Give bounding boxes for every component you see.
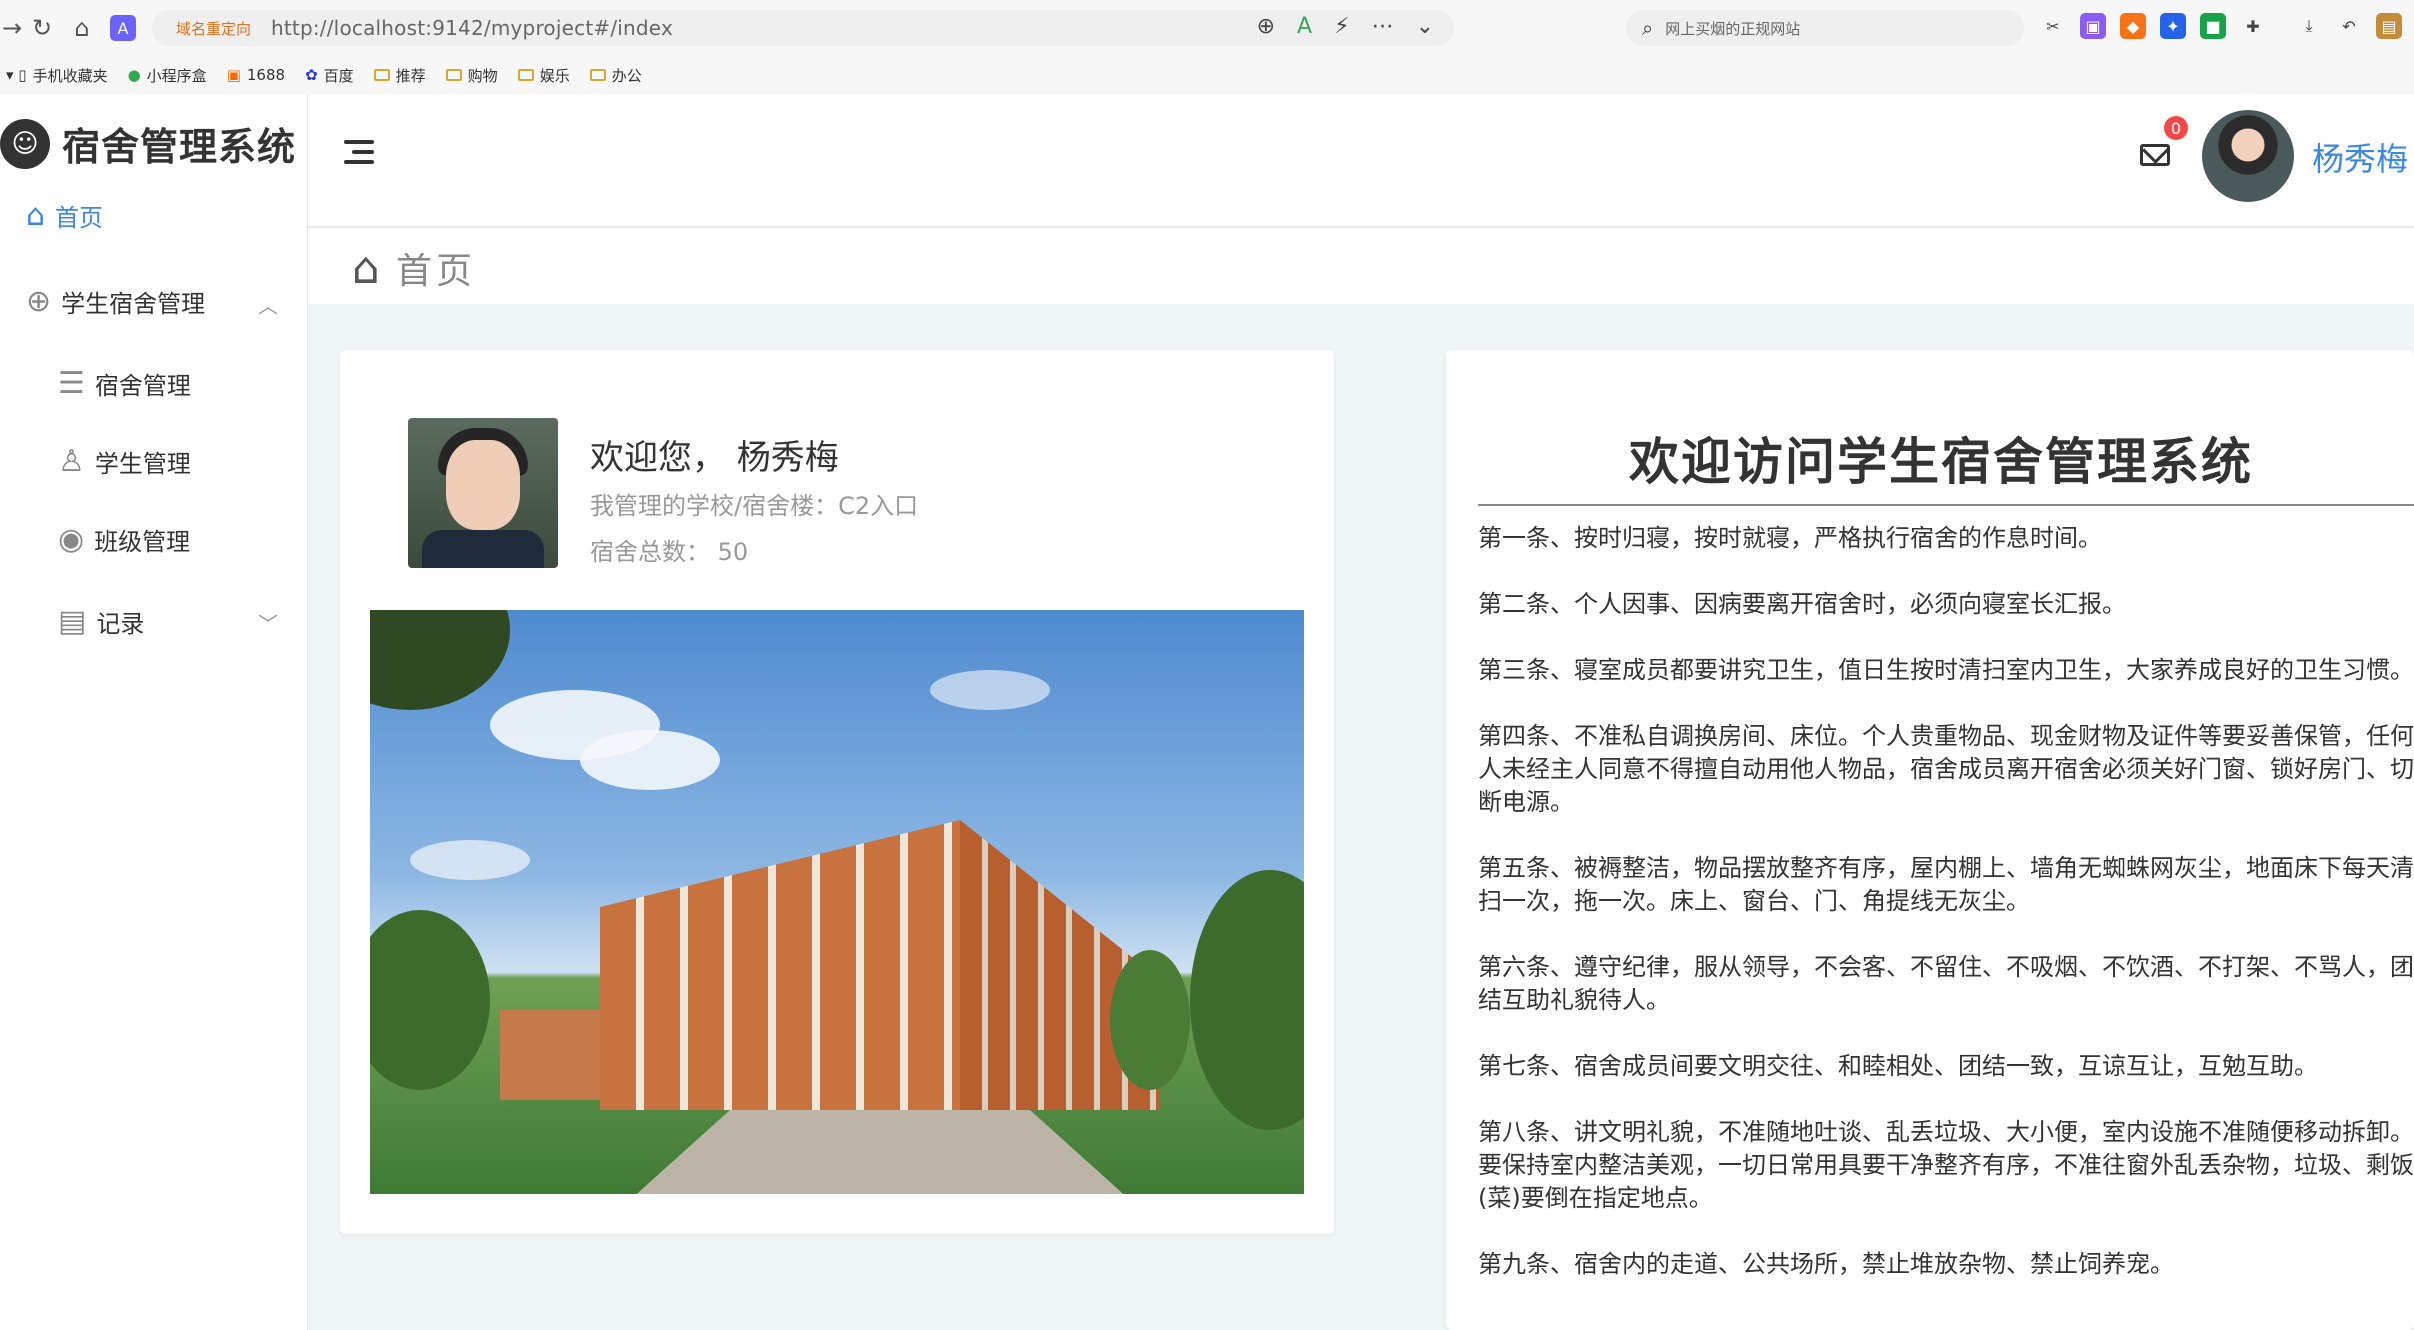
redirect-tag: 域名重定向: [176, 19, 252, 38]
rules-card: 欢迎访问学生宿舍管理系统 第一条、按时归寝，按时就寝，严格执行宿舍的作息时间。 …: [1446, 350, 2414, 1330]
search-icon: ⌕: [1642, 16, 1654, 40]
sidebar-item-label: 记录: [96, 610, 145, 638]
sidebar-item-records[interactable]: ▤ 记录: [58, 604, 144, 639]
home-icon: ⌂: [26, 198, 46, 233]
folder-icon: [589, 69, 606, 81]
sidebar-item-classes[interactable]: ◉ 班级管理: [58, 522, 190, 557]
more-icon[interactable]: ⋯: [1372, 14, 1394, 39]
rule-item: 第四条、不准私自调换房间、床位。个人贵重物品、现金财物及证件等要妥善保管，任何人…: [1478, 722, 2414, 816]
page-title: ⌂ 首页: [352, 242, 476, 294]
bookmark-folder-recommend[interactable]: 推荐: [373, 65, 426, 86]
welcome-text: 欢迎您， 杨秀梅: [590, 438, 839, 478]
folder-icon: [517, 69, 534, 81]
reload-icon[interactable]: ↻: [22, 8, 62, 48]
divider: [1478, 504, 2414, 506]
ai-extension-icon[interactable]: A: [110, 15, 136, 41]
rule-item: 第八条、讲文明礼貌，不准随地吐谈、乱丢垃圾、大小便，室内设施不准随便移动拆卸。要…: [1478, 1118, 2414, 1212]
rule-item: 第六条、遵守纪律，服从领导，不会客、不留住、不吸烟、不饮酒、不打架、不骂人，团结…: [1478, 953, 2414, 1014]
browser-search-box[interactable]: ⌕ 网上买烟的正规网站: [1626, 10, 2024, 46]
url-text[interactable]: http://localhost:9142/myproject#/index: [271, 16, 673, 40]
rule-item: 第五条、被褥整洁，物品摆放整齐有序，屋内棚上、墙角无蜘蛛网灰尘，地面床下每天清扫…: [1478, 854, 2414, 915]
undo-icon[interactable]: ↶: [2336, 13, 2362, 39]
breadcrumb: ⌂ 首页: [308, 228, 2414, 304]
extension-orange-icon[interactable]: ◆: [2120, 13, 2146, 39]
read-aloud-icon[interactable]: A: [1297, 14, 1312, 39]
sidebar-item-dorm-management-group[interactable]: ⊕ 学生宿舍管理: [26, 284, 205, 319]
school-info: 我管理的学校/宿舍楼：C2入口: [590, 492, 919, 520]
bookmark-miniapp[interactable]: ● 小程序盒: [128, 65, 207, 86]
avatar[interactable]: [2202, 110, 2294, 202]
download-icon[interactable]: ⤓: [2296, 13, 2322, 39]
rule-item: 第二条、个人因事、因病要离开宿舍时，必须向寝室长汇报。: [1478, 590, 2126, 618]
mail-icon: [2140, 144, 2170, 166]
list-icon: ☰: [58, 366, 85, 401]
document-icon: ▤: [58, 604, 87, 639]
folder-icon: [445, 69, 462, 81]
rule-item: 第七条、宿舍成员间要文明交往、和睦相处、团结一致，互谅互让，互勉互助。: [1478, 1052, 2318, 1080]
rules-list: 第一条、按时归寝，按时就寝，严格执行宿舍的作息时间。 第二条、个人因事、因病要离…: [1478, 522, 2414, 1314]
top-header: 0 杨秀梅: [308, 94, 2414, 228]
rule-item: 第三条、寝室成员都要讲究卫生，值日生按时清扫室内卫生，大家养成良好的卫生习惯。: [1478, 656, 2414, 684]
browser-toolbar: → ↻ ⌂ A 域名重定向 http://localhost:9142/mypr…: [0, 0, 2414, 56]
sidebar-item-label: 班级管理: [94, 528, 191, 556]
puzzle-icon[interactable]: ✚: [2240, 13, 2266, 39]
extension-purple-icon[interactable]: ▣: [2080, 13, 2106, 39]
home-browser-icon[interactable]: ⌂: [62, 8, 102, 48]
rule-item: 第九条、宿舍内的走道、公共场所，禁止堆放杂物、禁止饲养宠。: [1478, 1250, 2174, 1278]
rules-title: 欢迎访问学生宿舍管理系统: [1629, 433, 2253, 491]
chevron-down-icon[interactable]: ⌄: [1416, 14, 1434, 39]
user-name[interactable]: 杨秀梅: [2312, 134, 2408, 180]
notification-badge: 0: [2162, 114, 2190, 142]
extension-blue-icon[interactable]: ✦: [2160, 13, 2186, 39]
profile-photo: [408, 418, 558, 568]
app-title: 宿舍管理系统: [62, 125, 297, 169]
dormitory-building-image: [370, 610, 1304, 1194]
sidebar: ☺ 宿舍管理系统 ⌂ 首页 ⊕ 学生宿舍管理 ︿ ☰ 宿舍管理 ♙ 学生管理 ◉…: [0, 94, 308, 1330]
app-logo[interactable]: ☺ 宿舍管理系统: [0, 116, 296, 171]
sidebar-item-students[interactable]: ♙ 学生管理: [58, 444, 191, 479]
bookmark-folder-entertainment[interactable]: 娱乐: [517, 65, 570, 86]
scissors-icon[interactable]: ✂: [2040, 13, 2066, 39]
sidebar-item-label: 学生宿舍管理: [61, 290, 206, 318]
sidebar-item-label: 宿舍管理: [94, 372, 191, 400]
address-bar[interactable]: 域名重定向 http://localhost:9142/myproject#/i…: [152, 10, 1454, 46]
zoom-icon[interactable]: ⊕: [1257, 14, 1275, 39]
bookmark-1688[interactable]: ▣ 1688: [227, 66, 285, 84]
extension-green-icon[interactable]: ■: [2200, 13, 2226, 39]
bookmarks-bar: ▾ ▯ 手机收藏夹 ● 小程序盒 ▣ 1688 ✿ 百度 推荐 购物 娱乐 办公: [0, 56, 2414, 94]
dorm-count: 宿舍总数： 50: [590, 538, 749, 566]
sidebar-item-dorms[interactable]: ☰ 宿舍管理: [58, 366, 191, 401]
sidebar-item-label: 学生管理: [94, 450, 191, 478]
briefcase-icon[interactable]: ▤: [2376, 13, 2402, 39]
bookmark-folder-office[interactable]: 办公: [589, 65, 642, 86]
profile-card: 欢迎您， 杨秀梅 我管理的学校/宿舍楼：C2入口 宿舍总数： 50: [340, 350, 1334, 1234]
notifications[interactable]: 0: [2140, 114, 2190, 166]
main-content: ⌂ 首页 欢迎您， 杨秀梅 我管理的学校/宿舍楼：C2入口 宿舍总数： 50 欢…: [308, 228, 2414, 1330]
sidebar-item-label: 首页: [55, 204, 104, 232]
chevron-up-icon[interactable]: ︿: [258, 290, 278, 319]
user-icon: ♙: [58, 444, 85, 479]
folder-icon: [373, 69, 390, 81]
logo-icon: ☺: [0, 118, 50, 169]
lightning-icon[interactable]: ⚡: [1334, 14, 1349, 39]
drop-icon: ◉: [58, 522, 85, 557]
bookmark-folder-shopping[interactable]: 购物: [445, 65, 498, 86]
plus-circle-icon: ⊕: [26, 284, 52, 319]
sidebar-item-home[interactable]: ⌂ 首页: [26, 198, 103, 233]
rule-item: 第一条、按时归寝，按时就寝，严格执行宿舍的作息时间。: [1478, 524, 2102, 552]
chevron-down-icon[interactable]: ﹀: [258, 608, 278, 637]
bookmark-baidu[interactable]: ✿ 百度: [305, 65, 354, 86]
bookmark-mobile[interactable]: ▾ ▯ 手机收藏夹: [6, 65, 108, 86]
search-placeholder: 网上买烟的正规网站: [1665, 19, 1801, 38]
home-icon: ⌂: [352, 242, 384, 294]
menu-toggle-icon[interactable]: [344, 140, 374, 164]
